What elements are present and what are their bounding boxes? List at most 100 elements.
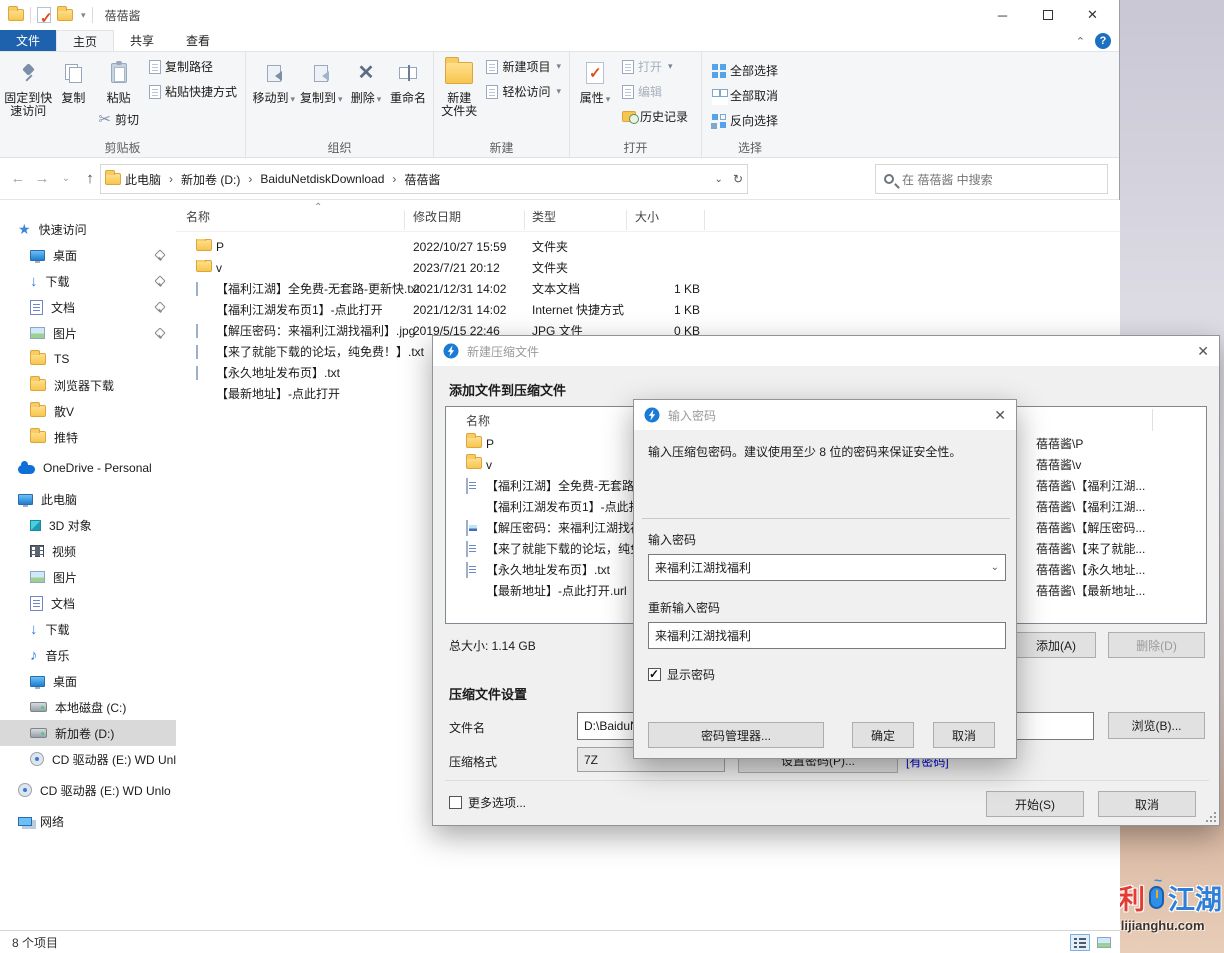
- more-options-checkbox[interactable]: 更多选项...: [449, 794, 526, 811]
- ribbon: 固定到快速访问 复制 粘贴 ✂ 剪切: [0, 52, 1119, 158]
- sidebar-item-drive-d[interactable]: 新加卷 (D:): [0, 720, 176, 746]
- ok-button[interactable]: 确定: [852, 722, 914, 748]
- refresh-icon[interactable]: ↻: [733, 172, 743, 186]
- help-icon[interactable]: ?: [1095, 33, 1111, 49]
- sidebar-item-documents-pc[interactable]: 文档: [0, 590, 176, 616]
- column-header-name[interactable]: 名称: [186, 208, 210, 225]
- sidebar-item-network[interactable]: 网络: [0, 808, 176, 834]
- sidebar-item-videos[interactable]: 视频: [0, 538, 176, 564]
- search-box[interactable]: 在 蓓蓓酱 中搜索: [875, 164, 1108, 194]
- sidebar-item-music[interactable]: ♪ 音乐: [0, 642, 176, 668]
- sidebar-item-ts[interactable]: TS: [0, 346, 176, 372]
- tab-file[interactable]: 文件: [0, 30, 56, 51]
- maximize-button[interactable]: [1025, 0, 1070, 30]
- sidebar-item-desktop[interactable]: 桌面: [0, 242, 176, 268]
- close-icon[interactable]: ✕: [994, 407, 1006, 424]
- breadcrumb-baidu-folder[interactable]: BaiduNetdiskDownload: [260, 172, 384, 186]
- select-none-button[interactable]: 全部取消: [708, 83, 794, 108]
- start-button[interactable]: 开始(S): [986, 791, 1084, 817]
- sidebar-item-desktop-pc[interactable]: 桌面: [0, 668, 176, 694]
- thumbnail-view-button[interactable]: [1094, 934, 1114, 951]
- tab-view[interactable]: 查看: [170, 30, 226, 51]
- sidebar-item-pictures[interactable]: 图片: [0, 320, 176, 346]
- minimize-button[interactable]: ─: [980, 0, 1025, 30]
- sidebar-item-sanv[interactable]: 散V: [0, 398, 176, 424]
- up-icon[interactable]: ↑: [78, 170, 102, 187]
- tab-share[interactable]: 共享: [114, 30, 170, 51]
- status-bar: 8 个项目: [0, 930, 1120, 953]
- table-row[interactable]: v 2023/7/21 20:12 文件夹: [176, 257, 1120, 278]
- archive-dialog-titlebar: 新建压缩文件 ✕: [433, 336, 1219, 366]
- table-row[interactable]: P 2022/10/27 15:59 文件夹: [176, 236, 1120, 257]
- qat-properties-icon[interactable]: [37, 7, 51, 23]
- close-icon[interactable]: ✕: [1197, 343, 1209, 360]
- address-dropdown-icon[interactable]: ⌄: [715, 174, 723, 185]
- sidebar-item-pictures-pc[interactable]: 图片: [0, 564, 176, 590]
- confirm-password-input[interactable]: 来福利江湖找福利: [648, 622, 1006, 649]
- folder-icon: [196, 260, 212, 275]
- edit-button[interactable]: 编辑: [618, 79, 692, 104]
- column-header-date[interactable]: 修改日期: [413, 208, 461, 225]
- copy-path-icon: [149, 60, 161, 74]
- column-header-type[interactable]: 类型: [532, 208, 556, 225]
- sidebar-item-3d-objects[interactable]: 3D 对象: [0, 512, 176, 538]
- invert-selection-button[interactable]: 反向选择: [708, 108, 794, 133]
- documents-icon: [30, 300, 43, 315]
- copy-path-button[interactable]: 复制路径: [145, 54, 241, 79]
- easy-access-button[interactable]: 轻松访问▾: [482, 79, 565, 104]
- tab-home[interactable]: 主页: [56, 30, 114, 51]
- sidebar-item-cd-drive-2[interactable]: CD 驱动器 (E:) WD Unlo: [0, 777, 176, 803]
- sidebar-item-twitter[interactable]: 推特: [0, 424, 176, 450]
- qat-new-folder-icon[interactable]: [57, 9, 73, 21]
- sidebar-item-cd-drive[interactable]: CD 驱动器 (E:) WD Unl: [0, 746, 176, 772]
- table-row[interactable]: 【福利江湖】全免费-无套路-更新快.txt 2021/12/31 14:02 文…: [176, 278, 1120, 299]
- add-button[interactable]: 添加(A): [1016, 632, 1096, 658]
- browse-button[interactable]: 浏览(B)...: [1108, 712, 1205, 739]
- move-to-button[interactable]: 移动到▾: [250, 54, 298, 108]
- password-manager-button[interactable]: 密码管理器...: [648, 722, 824, 748]
- forward-icon[interactable]: →: [30, 170, 54, 187]
- resize-grip[interactable]: [1206, 812, 1216, 822]
- pin-to-quick-access-button[interactable]: 固定到快速访问: [4, 54, 52, 120]
- qat-customize-icon[interactable]: ▾: [81, 10, 86, 21]
- chevron-down-icon[interactable]: ⌄: [991, 562, 999, 573]
- details-view-button[interactable]: [1070, 934, 1090, 951]
- copy-button[interactable]: 复制: [52, 54, 94, 107]
- cancel-button[interactable]: 取消: [1098, 791, 1196, 817]
- show-password-checkbox[interactable]: 显示密码: [648, 666, 715, 683]
- password-input[interactable]: 来福利江湖找福利 ⌄: [648, 554, 1006, 581]
- sidebar-item-onedrive[interactable]: OneDrive - Personal: [0, 455, 176, 481]
- back-icon[interactable]: ←: [6, 170, 30, 187]
- sidebar-item-drive-c[interactable]: 本地磁盘 (C:): [0, 694, 176, 720]
- cancel-button[interactable]: 取消: [933, 722, 995, 748]
- sidebar-item-downloads-pc[interactable]: ↓ 下载: [0, 616, 176, 642]
- sidebar-item-this-pc[interactable]: 此电脑: [0, 486, 176, 512]
- history-button[interactable]: 历史记录: [618, 104, 692, 129]
- address-bar[interactable]: 此电脑› 新加卷 (D:)› BaiduNetdiskDownload› 蓓蓓酱…: [100, 164, 748, 194]
- sidebar-item-downloads[interactable]: ↓ 下载: [0, 268, 176, 294]
- select-all-button[interactable]: 全部选择: [708, 58, 794, 83]
- collapse-ribbon-icon[interactable]: ⌃: [1076, 35, 1085, 48]
- paste-button[interactable]: 粘贴: [98, 54, 140, 107]
- cut-button[interactable]: ✂ 剪切: [94, 107, 143, 132]
- copy-to-button[interactable]: 复制到▾: [298, 54, 346, 108]
- new-folder-button[interactable]: 新建文件夹: [438, 54, 480, 120]
- breadcrumb-drive-d[interactable]: 新加卷 (D:): [181, 171, 240, 188]
- properties-button[interactable]: 属性▾: [574, 54, 616, 108]
- paste-shortcut-button[interactable]: 粘贴快捷方式: [145, 79, 241, 104]
- archive-list-column-name[interactable]: 名称: [466, 412, 490, 429]
- rename-button[interactable]: 重命名: [387, 54, 429, 107]
- sidebar-item-browser-downloads[interactable]: 浏览器下载: [0, 372, 176, 398]
- table-row[interactable]: 【福利江湖发布页1】-点此打开 2021/12/31 14:02 Interne…: [176, 299, 1120, 320]
- delete-button[interactable]: 删除(D): [1108, 632, 1205, 658]
- recent-locations-icon[interactable]: ⌄: [54, 173, 78, 184]
- sidebar-item-quick-access[interactable]: ★ 快速访问: [0, 216, 176, 242]
- delete-button[interactable]: ✕ 删除▾: [345, 54, 387, 108]
- sidebar-item-documents[interactable]: 文档: [0, 294, 176, 320]
- column-header-size[interactable]: 大小: [635, 208, 659, 225]
- new-item-button[interactable]: 新建项目▾: [482, 54, 565, 79]
- close-button[interactable]: ✕: [1070, 0, 1115, 30]
- breadcrumb-this-pc[interactable]: 此电脑: [125, 171, 161, 188]
- breadcrumb-current-folder[interactable]: 蓓蓓酱: [404, 171, 440, 188]
- open-button[interactable]: 打开▾: [618, 54, 692, 79]
